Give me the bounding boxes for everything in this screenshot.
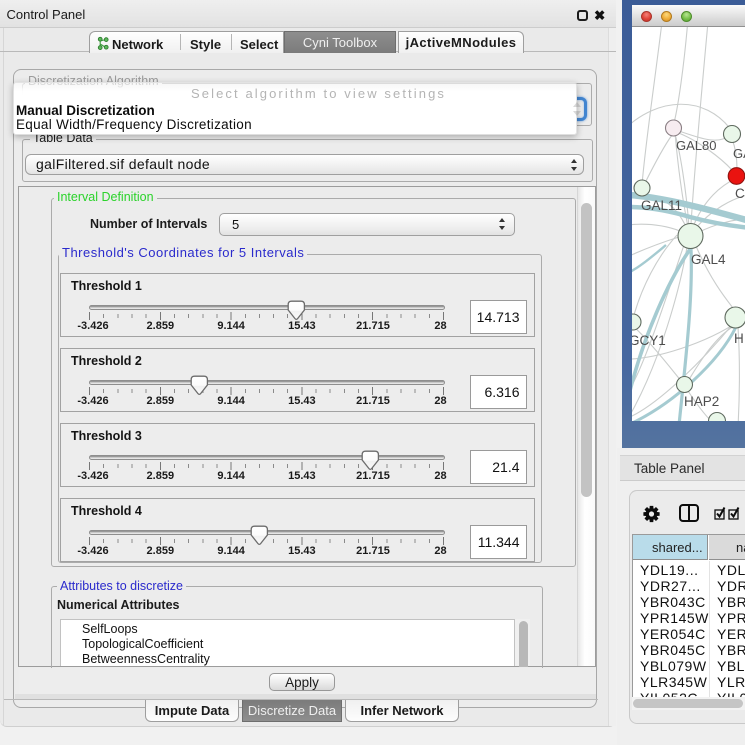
svg-text:H: H [734,331,744,346]
svg-text:GAL4: GAL4 [691,252,726,267]
svg-text:GCY1: GCY1 [632,333,666,348]
svg-text:CY: CY [735,186,745,201]
svg-text:GAL80: GAL80 [676,138,716,153]
svg-text:GAL6: GAL6 [733,146,745,161]
svg-text:GAL11: GAL11 [641,198,682,213]
svg-text:HAP2: HAP2 [684,394,719,409]
